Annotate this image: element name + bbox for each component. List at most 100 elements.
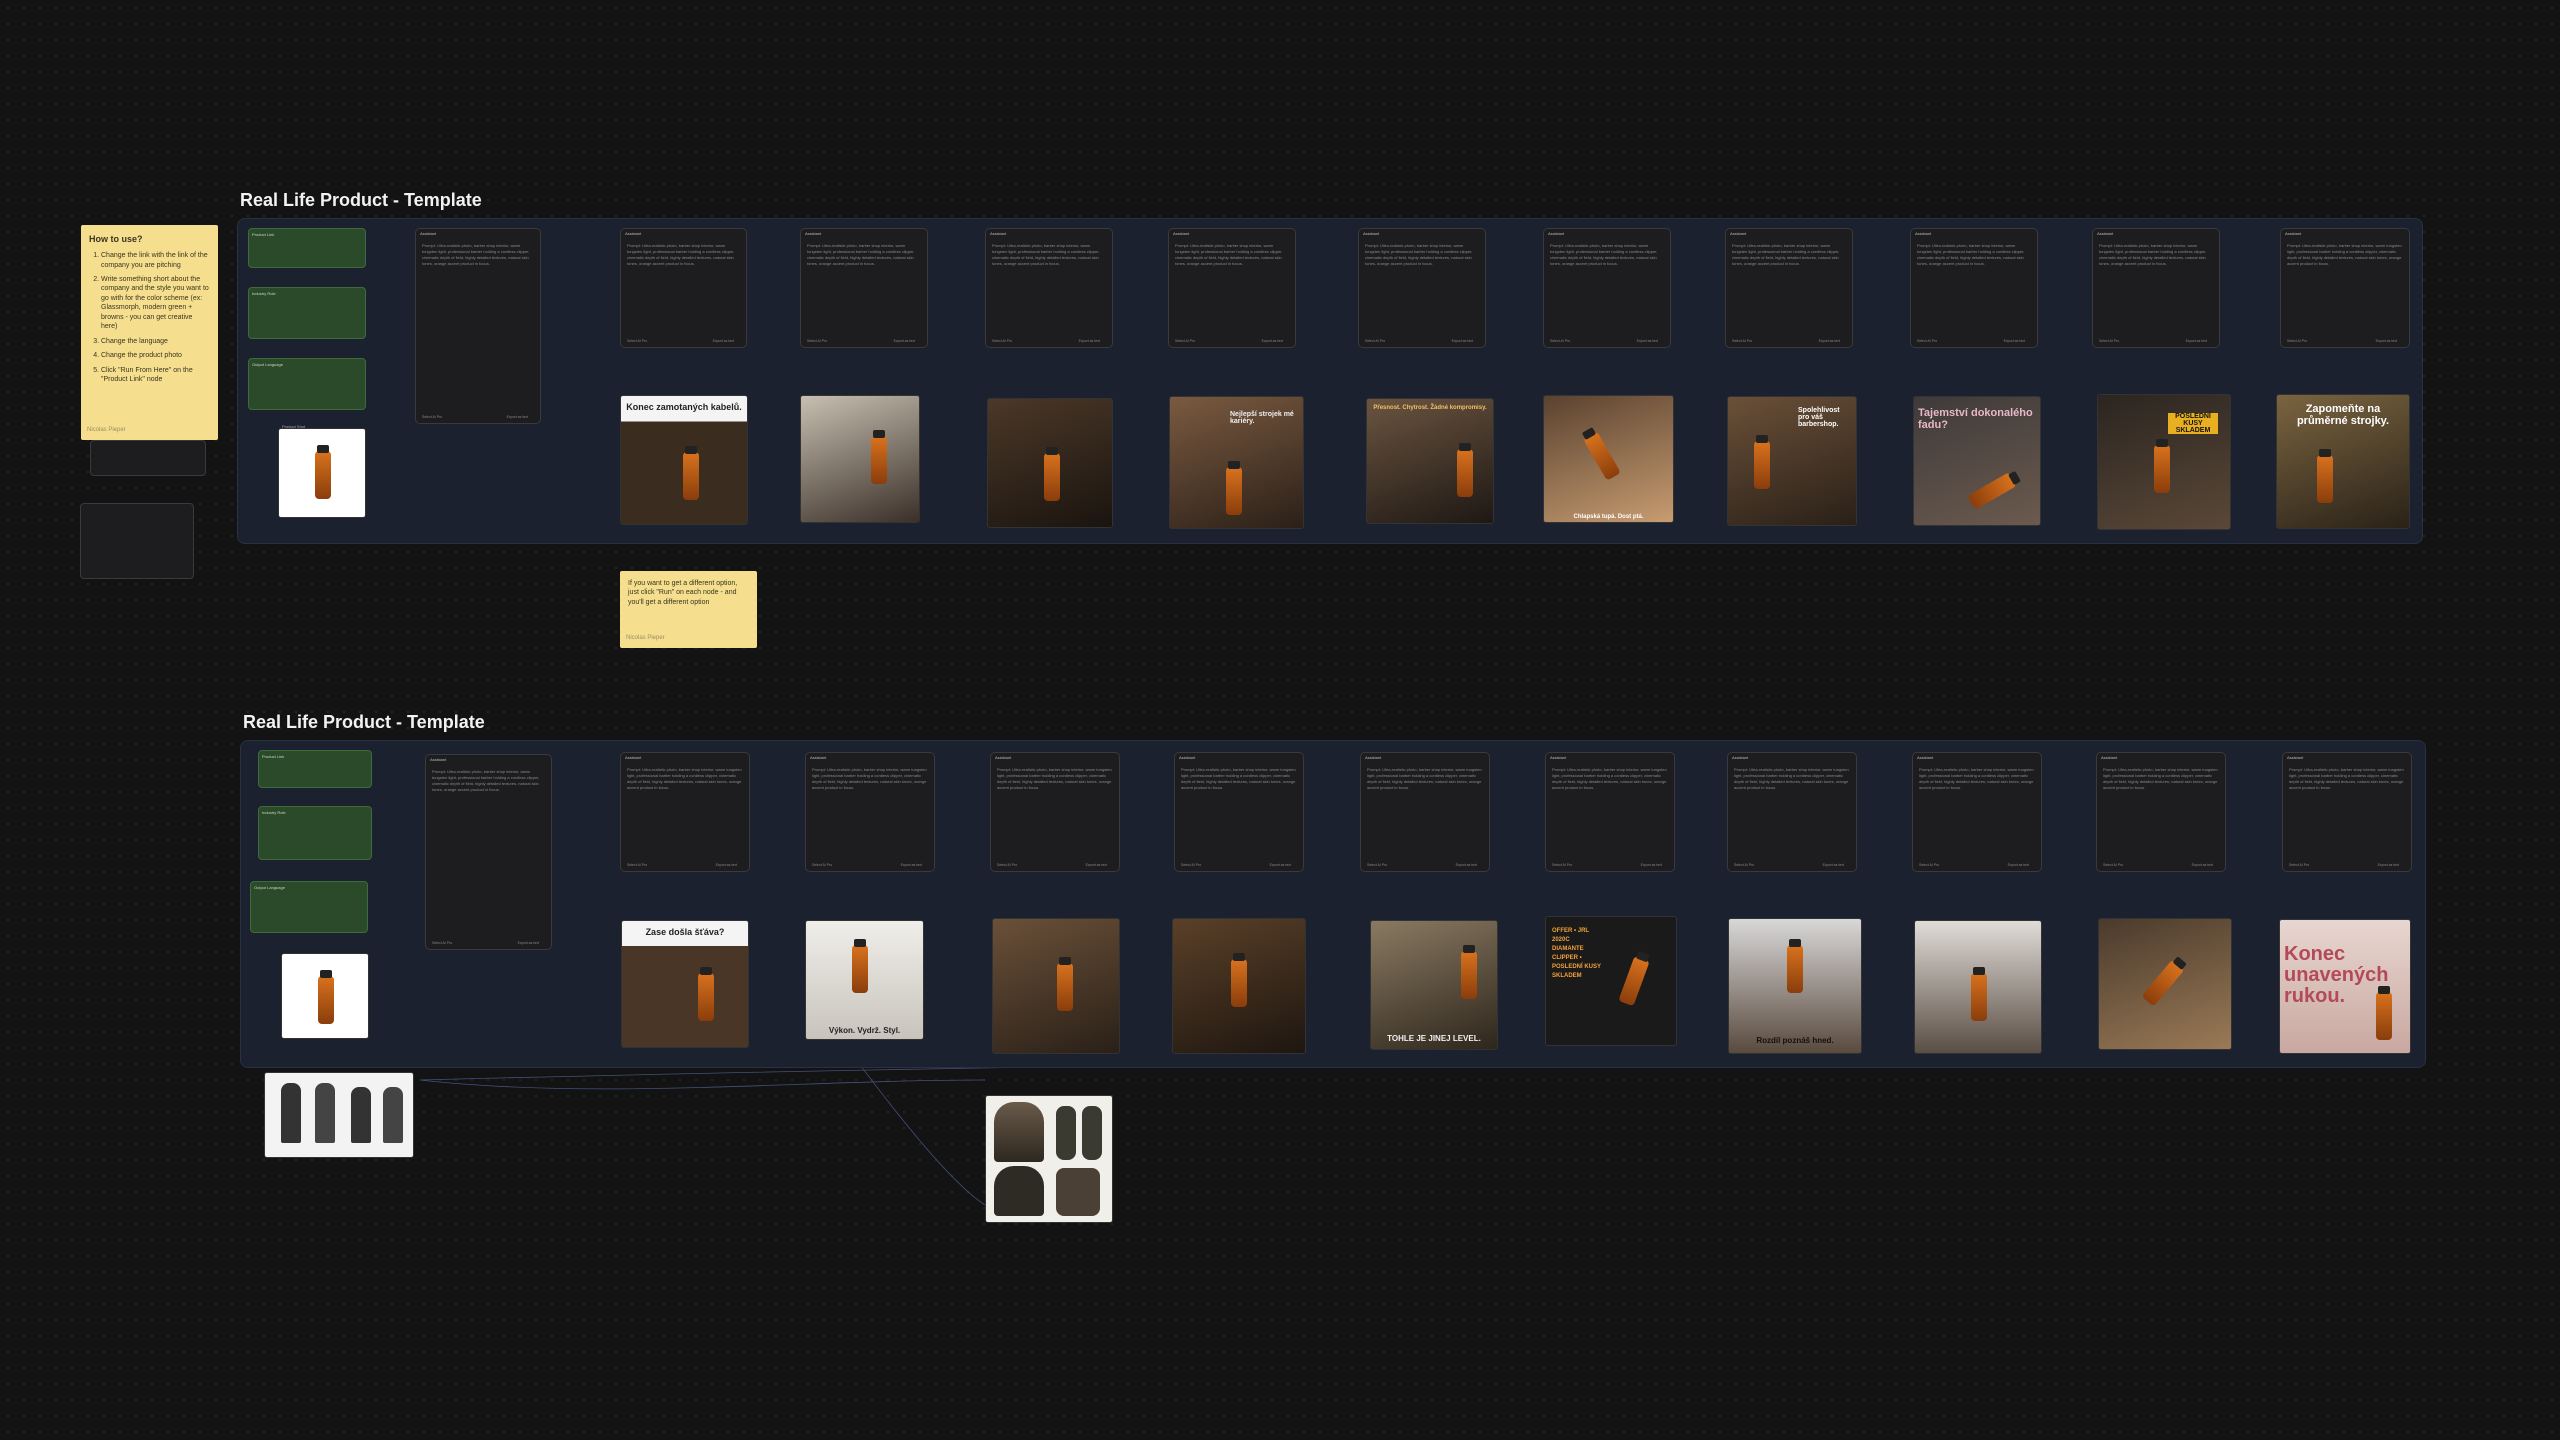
select-model-button[interactable]: Select AI Pro [1734,863,1754,867]
select-model-button[interactable]: Select AI Pro [422,415,442,419]
export-button[interactable]: Export as text [716,863,737,867]
generated-ad-image[interactable] [1914,920,2042,1054]
generated-ad-image[interactable] [800,395,920,523]
assistant-node-main[interactable]: Assistant Prompt: Ultra-realistic photo,… [415,228,541,424]
select-model-button[interactable]: Select AI Pro [812,863,832,867]
assistant-node[interactable]: Assistant Prompt: Ultra-realistic photo, … [1543,228,1671,348]
product-link-node[interactable]: Product Link [258,750,372,788]
assistant-node[interactable]: Assistant Prompt: Ultra-realistic photo, … [1727,752,1857,872]
export-button[interactable]: Export as text [901,863,922,867]
assistant-node[interactable]: Assistant Prompt: Ultra-realistic photo, … [620,228,747,348]
select-model-button[interactable]: Select AI Pro [2099,339,2119,343]
select-model-button[interactable]: Select AI Pro [1367,863,1387,867]
industry-role-node[interactable]: Industry Role [258,806,372,860]
generated-ad-image[interactable]: Zapomeňte na průměrné strojky. [2276,394,2410,529]
generated-ad-image[interactable] [2098,918,2232,1050]
reference-image[interactable] [264,1072,414,1158]
product-link-node[interactable]: Product Link [248,228,366,268]
generated-ad-image[interactable]: OFFER • JRL 2020C DIAMANTE CLIPPER • POS… [1545,916,1677,1046]
generated-ad-image[interactable]: Rozdíl poznáš hned. [1728,918,1862,1054]
export-button[interactable]: Export as text [1086,863,1107,867]
generated-ad-image[interactable] [1172,918,1306,1054]
assistant-node[interactable]: Assistant Prompt: Ultra-realistic photo, … [1910,228,2038,348]
export-button[interactable]: Export as text [713,339,734,343]
select-model-button[interactable]: Select AI Pro [1550,339,1570,343]
generated-ad-image[interactable]: Spolehlivost pro váš barbershop. [1727,396,1857,526]
assistant-node[interactable]: Assistant Prompt: Ultra-realistic photo, … [2092,228,2220,348]
generated-ad-image[interactable]: POSLEDNÍ KUSY SKLADEM [2097,394,2231,530]
select-model-button[interactable]: Select AI Pro [432,941,452,945]
export-button[interactable]: Export as text [518,941,539,945]
generated-ad-image[interactable]: Zase došla šťáva? [621,920,749,1048]
select-model-button[interactable]: Select AI Pro [627,863,647,867]
generated-ad-image[interactable]: Tajemství dokonalého fadu? [1913,396,2041,526]
export-button[interactable]: Export as text [1456,863,1477,867]
export-button[interactable]: Export as text [2004,339,2025,343]
export-button[interactable]: Export as text [1270,863,1291,867]
select-model-button[interactable]: Select AI Pro [1175,339,1195,343]
generated-ad-image[interactable]: Přesnost. Chytrost. Žádné kompromisy. [1366,398,1494,524]
option-sticky-note[interactable]: If you want to get a different option, j… [620,571,757,648]
output-language-node[interactable]: Output Language [248,358,366,410]
export-button[interactable]: Export as text [2008,863,2029,867]
select-model-button[interactable]: Select AI Pro [1365,339,1385,343]
generated-ad-image[interactable]: Výkon. Vydrž. Styl. [805,920,924,1040]
export-button[interactable]: Export as text [2186,339,2207,343]
assistant-node[interactable]: Assistant Prompt: Ultra-realistic photo, … [1174,752,1304,872]
export-button[interactable]: Export as text [1641,863,1662,867]
select-model-button[interactable]: Select AI Pro [997,863,1017,867]
select-model-button[interactable]: Select AI Pro [1917,339,1937,343]
industry-role-node[interactable]: Industry Role [248,287,366,339]
select-model-button[interactable]: Select AI Pro [2287,339,2307,343]
generated-ad-image[interactable]: Konec unavených rukou. [2279,919,2411,1054]
generated-ad-image[interactable]: TOHLE JE JINEJ LEVEL. [1370,920,1498,1050]
select-model-button[interactable]: Select AI Pro [2103,863,2123,867]
export-button[interactable]: Export as text [1819,339,1840,343]
assistant-node[interactable]: Assistant Prompt: Ultra-realistic photo, … [2096,752,2226,872]
assistant-node[interactable]: Assistant Prompt: Ultra-realistic photo, … [990,752,1120,872]
select-model-button[interactable]: Select AI Pro [2289,863,2309,867]
export-button[interactable]: Export as text [1823,863,1844,867]
assistant-node[interactable]: Assistant Prompt: Ultra-realistic photo, … [985,228,1113,348]
export-button[interactable]: Export as text [894,339,915,343]
assistant-node-main[interactable]: Assistant Prompt: Ultra-realistic photo,… [425,754,552,950]
assistant-node[interactable]: Assistant Prompt: Ultra-realistic photo, … [620,752,750,872]
select-model-button[interactable]: Select AI Pro [1181,863,1201,867]
export-button[interactable]: Export as text [507,415,528,419]
export-button[interactable]: Export as text [1452,339,1473,343]
assistant-node[interactable]: Assistant Prompt: Ultra-realistic photo, … [1168,228,1296,348]
generated-ad-image[interactable] [985,1095,1113,1223]
product-shot-image[interactable] [278,428,366,518]
notes-panel[interactable] [80,503,194,579]
export-button[interactable]: Export as text [2376,339,2397,343]
assistant-node[interactable]: Assistant Prompt: Ultra-realistic photo, … [1545,752,1675,872]
export-button[interactable]: Export as text [2192,863,2213,867]
select-model-button[interactable]: Select AI Pro [992,339,1012,343]
assistant-node[interactable]: Assistant Prompt: Ultra-realistic photo, … [805,752,935,872]
generated-ad-image[interactable]: Konec zamotaných kabelů. [620,395,748,525]
product-shot-image[interactable] [281,953,369,1039]
assistant-node[interactable]: Assistant Prompt: Ultra-realistic photo, … [1912,752,2042,872]
assistant-node[interactable]: Assistant Prompt: Ultra-realistic photo, … [1360,752,1490,872]
assistant-node[interactable]: Assistant Prompt: Ultra-realistic photo, … [2282,752,2412,872]
assistant-node[interactable]: Assistant Prompt: Ultra-realistic photo, … [800,228,928,348]
output-language-node[interactable]: Output Language [250,881,368,933]
generated-ad-image[interactable]: Nejlepší strojek mé kariéry. [1169,396,1304,529]
export-button[interactable]: Export as text [1637,339,1658,343]
select-model-button[interactable]: Select AI Pro [627,339,647,343]
generated-ad-image[interactable]: Chlapská tupá. Dost ptá. [1543,395,1674,523]
select-model-button[interactable]: Select AI Pro [1552,863,1572,867]
export-button[interactable]: Export as text [1262,339,1283,343]
assistant-node[interactable]: Assistant Prompt: Ultra-realistic photo, … [1725,228,1853,348]
generated-ad-image[interactable] [992,918,1120,1054]
how-to-sticky-note[interactable]: How to use? Change the link with the lin… [81,225,218,440]
select-model-button[interactable]: Select AI Pro [1919,863,1939,867]
export-button[interactable]: Export as text [2378,863,2399,867]
export-button[interactable]: Export as text [1079,339,1100,343]
select-model-button[interactable]: Select AI Pro [807,339,827,343]
generated-ad-image[interactable] [987,398,1113,528]
select-model-button[interactable]: Select AI Pro [1732,339,1752,343]
comment-note[interactable] [90,440,206,476]
assistant-node[interactable]: Assistant Prompt: Ultra-realistic photo, … [1358,228,1486,348]
assistant-node[interactable]: Assistant Prompt: Ultra-realistic photo, … [2280,228,2410,348]
